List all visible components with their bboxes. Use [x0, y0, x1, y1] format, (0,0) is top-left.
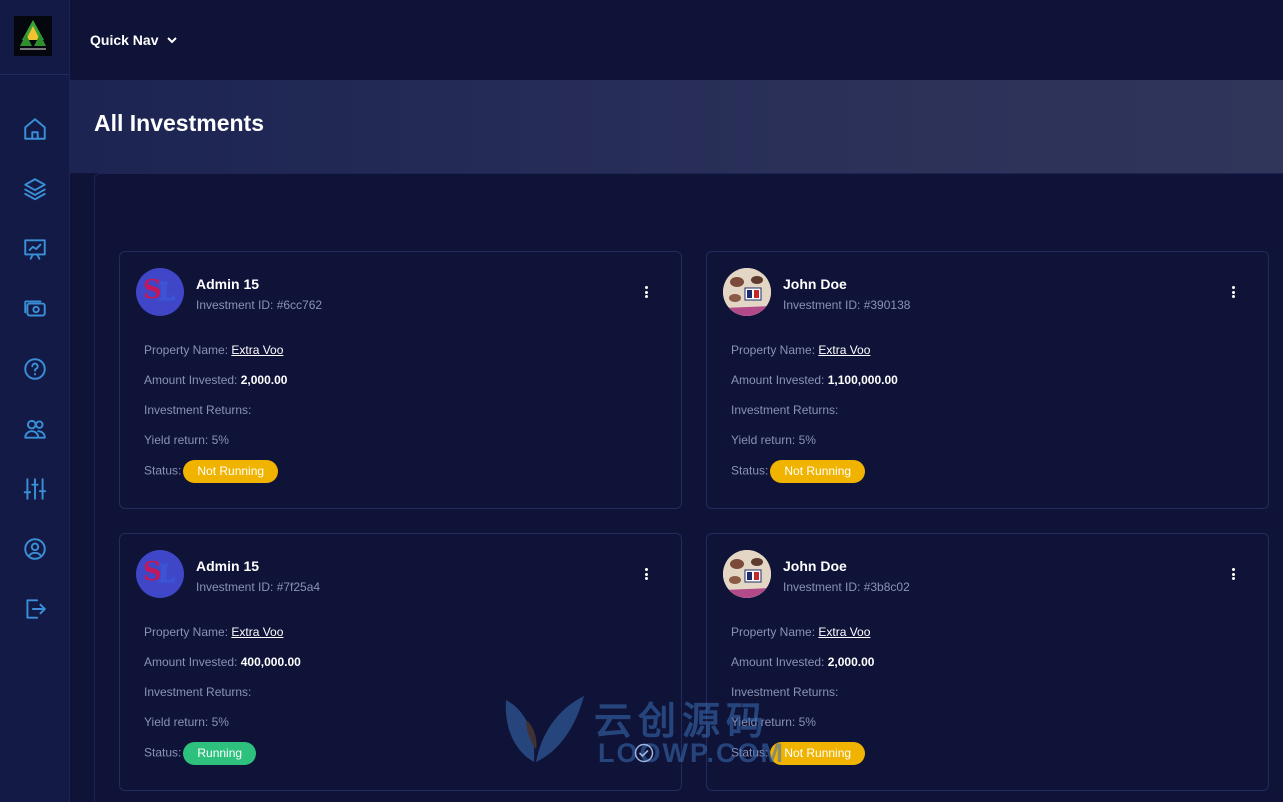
sliders-icon [23, 478, 47, 500]
more-options-icon[interactable] [1230, 286, 1236, 300]
property-link[interactable]: Extra Voo [231, 625, 283, 639]
returns-row: Investment Returns: [144, 403, 252, 417]
investor-name: Admin 15 [196, 558, 260, 574]
sidebar-item-profile[interactable] [0, 519, 70, 579]
sidebar-item-users[interactable] [0, 399, 70, 459]
amount-value: 1,100,000.00 [827, 373, 898, 387]
avatar [723, 550, 771, 598]
amount-row: Amount Invested: 2,000.00 [144, 373, 288, 387]
brand-logo[interactable] [13, 16, 52, 56]
sidebar-item-help[interactable] [0, 339, 70, 399]
status-badge: Not Running [183, 460, 279, 483]
user-circle-icon [24, 538, 46, 560]
yield-row: Yield return: 5% [144, 433, 229, 447]
check-circle-icon [634, 743, 654, 763]
property-row: Property Name: Extra Voo [144, 625, 284, 639]
returns-row: Investment Returns: [731, 403, 839, 417]
status-row: Status: Not Running [731, 742, 866, 765]
status-row: Status: Running [144, 742, 257, 765]
sidebar-nav [0, 75, 69, 639]
yield-row: Yield return: 5% [144, 715, 229, 729]
presentation-chart-icon [24, 239, 46, 260]
sidebar-item-money[interactable] [0, 279, 70, 339]
status-badge: Not Running [770, 742, 866, 765]
more-options-icon[interactable] [643, 286, 649, 300]
avatar: SL [136, 268, 184, 316]
yield-row: Yield return: 5% [731, 715, 816, 729]
layers-icon [24, 178, 46, 201]
amount-value: 2,000.00 [240, 373, 288, 387]
quick-nav-label: Quick Nav [90, 32, 159, 48]
property-link[interactable]: Extra Voo [818, 343, 870, 357]
investor-name: Admin 15 [196, 276, 260, 292]
quick-nav-dropdown[interactable]: Quick Nav [90, 32, 178, 48]
investment-card: John Doe Investment ID: #3b8c02 Property… [706, 533, 1269, 791]
sidebar-item-logout[interactable] [0, 579, 70, 639]
investment-card: SL Admin 15 Investment ID: #6cc762 Prope… [119, 251, 682, 509]
investments-panel: SL Admin 15 Investment ID: #6cc762 Prope… [94, 173, 1283, 802]
property-row: Property Name: Extra Voo [731, 343, 871, 357]
status-badge: Not Running [770, 460, 866, 483]
users-icon [24, 419, 46, 439]
investment-id: Investment ID: #6cc762 [196, 298, 323, 312]
amount-value: 400,000.00 [240, 655, 301, 669]
property-row: Property Name: Extra Voo [144, 343, 284, 357]
help-icon [24, 358, 46, 380]
amount-row: Amount Invested: 2,000.00 [731, 655, 875, 669]
sidebar-item-settings[interactable] [0, 459, 70, 519]
sidebar-item-home[interactable] [0, 99, 70, 159]
topbar: Quick Nav [70, 0, 1283, 80]
status-badge: Running [183, 742, 257, 765]
chevron-down-icon [167, 37, 178, 44]
avatar: SL [136, 550, 184, 598]
returns-row: Investment Returns: [731, 685, 839, 699]
property-row: Property Name: Extra Voo [731, 625, 871, 639]
investment-id: Investment ID: #7f25a4 [196, 580, 321, 594]
amount-value: 2,000.00 [827, 655, 875, 669]
yield-row: Yield return: 5% [731, 433, 816, 447]
sidebar [0, 0, 70, 802]
avatar [723, 268, 771, 316]
more-options-icon[interactable] [1230, 568, 1236, 582]
amount-row: Amount Invested: 1,100,000.00 [731, 373, 898, 387]
home-icon [24, 118, 46, 140]
investment-id: Investment ID: #3b8c02 [783, 580, 910, 594]
status-row: Status: Not Running [144, 460, 279, 483]
investor-name: John Doe [783, 276, 847, 292]
investment-card: SL Admin 15 Investment ID: #7f25a4 Prope… [119, 533, 682, 791]
logout-icon [26, 599, 46, 619]
logo-area [0, 0, 69, 75]
investor-name: John Doe [783, 558, 847, 574]
returns-row: Investment Returns: [144, 685, 252, 699]
investment-id: Investment ID: #390138 [783, 298, 911, 312]
money-icon [24, 300, 46, 317]
property-link[interactable]: Extra Voo [231, 343, 283, 357]
status-row: Status: Not Running [731, 460, 866, 483]
sidebar-item-layers[interactable] [0, 159, 70, 219]
sidebar-item-presentation[interactable] [0, 219, 70, 279]
property-link[interactable]: Extra Voo [818, 625, 870, 639]
amount-row: Amount Invested: 400,000.00 [144, 655, 301, 669]
investment-card: John Doe Investment ID: #390138 Property… [706, 251, 1269, 509]
page-header: All Investments [70, 80, 1283, 173]
page-title: All Investments [94, 110, 264, 136]
more-options-icon[interactable] [643, 568, 649, 582]
